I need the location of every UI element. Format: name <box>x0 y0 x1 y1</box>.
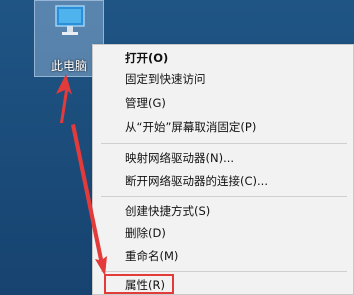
menu-item-create-shortcut[interactable]: 创建快捷方式(S) <box>125 201 210 221</box>
menu-separator <box>101 271 347 272</box>
menu-item-pin-quick-access[interactable]: 固定到快速访问 <box>125 69 206 89</box>
properties-highlight-box <box>104 274 174 294</box>
menu-item-rename[interactable]: 重命名(M) <box>125 246 178 266</box>
menu-separator <box>101 196 347 197</box>
pc-monitor-icon <box>55 5 85 35</box>
context-menu: 打开(O) 固定到快速访问 管理(G) 从“开始”屏幕取消固定(P) 映射网络驱… <box>92 44 354 295</box>
menu-item-map-network-drive[interactable]: 映射网络驱动器(N)... <box>125 148 234 168</box>
menu-item-unpin-start[interactable]: 从“开始”屏幕取消固定(P) <box>125 117 256 137</box>
menu-item-disconnect-network-drive[interactable]: 断开网络驱动器的连接(C)... <box>125 171 268 191</box>
menu-item-manage[interactable]: 管理(G) <box>125 93 166 113</box>
menu-item-open[interactable]: 打开(O) <box>125 48 168 68</box>
menu-separator <box>101 143 347 144</box>
menu-item-delete[interactable]: 删除(D) <box>125 223 166 243</box>
